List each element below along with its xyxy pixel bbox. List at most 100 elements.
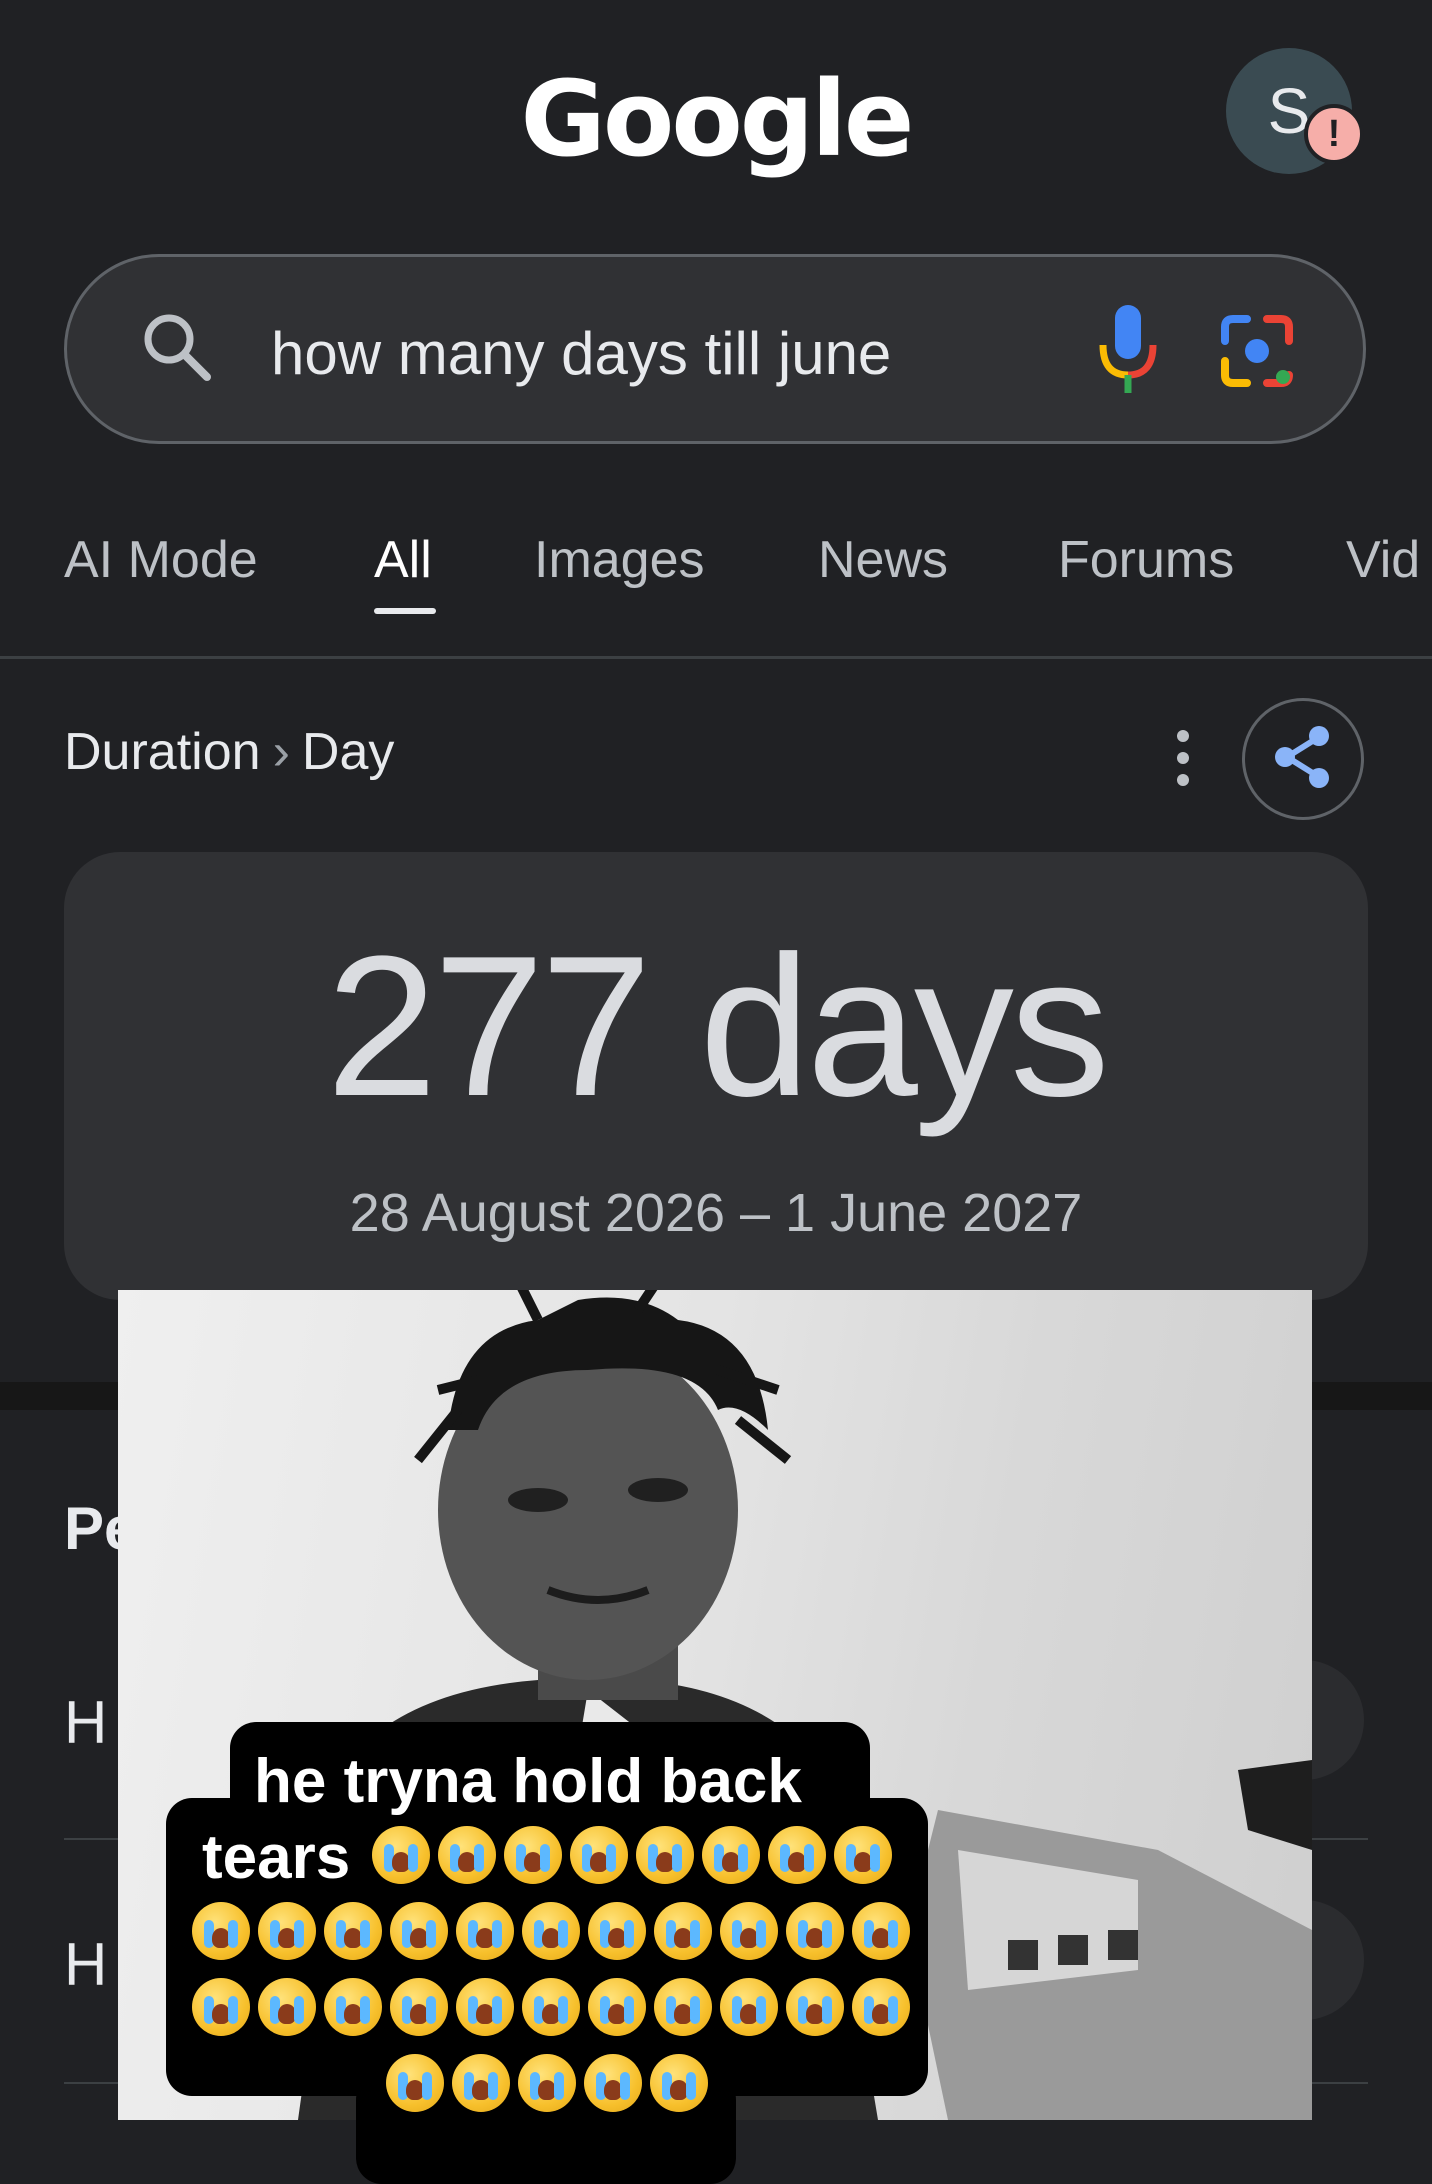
emoji-mouth	[608, 2004, 626, 2024]
crying-face-emoji-icon	[834, 1826, 892, 1884]
emoji-mouth	[740, 2004, 758, 2024]
emoji-mouth	[278, 1928, 296, 1948]
emoji-mouth	[392, 1852, 410, 1872]
emoji-mouth	[740, 1928, 758, 1948]
crying-face-emoji-icon	[324, 1978, 382, 2036]
emoji-mouth	[872, 1928, 890, 1948]
date-range: 28 August 2026 – 1 June 2027	[349, 1183, 1083, 1243]
crying-face-emoji-icon	[786, 1902, 844, 1960]
crying-face-emoji-icon	[192, 1978, 250, 2036]
emoji-row	[372, 1826, 892, 1884]
emoji-mouth	[722, 1852, 740, 1872]
emoji-mouth	[406, 2080, 424, 2100]
emoji-mouth	[542, 2004, 560, 2024]
crying-face-emoji-icon	[504, 1826, 562, 1884]
question-row-2[interactable]: H	[64, 1930, 107, 1999]
crying-face-emoji-icon	[720, 1978, 778, 2036]
breadcrumb-separator: ›	[272, 723, 290, 781]
emoji-mouth	[212, 2004, 230, 2024]
crying-face-emoji-icon	[456, 1978, 514, 2036]
tab-ai-mode[interactable]: AI Mode	[64, 530, 258, 590]
emoji-mouth	[608, 1928, 626, 1948]
emoji-mouth	[604, 2080, 622, 2100]
account-avatar[interactable]: S !	[1226, 48, 1364, 174]
emoji-mouth	[538, 2080, 556, 2100]
more-options-icon[interactable]	[1166, 728, 1200, 793]
breadcrumb-duration[interactable]: Duration	[64, 723, 261, 781]
crying-face-emoji-icon	[636, 1826, 694, 1884]
emoji-mouth	[476, 2004, 494, 2024]
answer-card: 277 days 28 August 2026 – 1 June 2027	[64, 852, 1368, 1300]
emoji-row	[192, 1902, 910, 1960]
tab-forums[interactable]: Forums	[1058, 530, 1234, 590]
crying-face-emoji-icon	[372, 1826, 430, 1884]
crying-face-emoji-icon	[654, 1978, 712, 2036]
tab-news[interactable]: News	[818, 530, 948, 590]
search-box[interactable]: how many days till june	[64, 254, 1366, 444]
emoji-mouth	[476, 1928, 494, 1948]
crying-face-emoji-icon	[522, 1902, 580, 1960]
crying-face-emoji-icon	[456, 1902, 514, 1960]
emoji-mouth	[806, 1928, 824, 1948]
crying-face-emoji-icon	[702, 1826, 760, 1884]
crying-face-emoji-icon	[518, 2054, 576, 2112]
crying-face-emoji-icon	[588, 1978, 646, 2036]
emoji-mouth	[872, 2004, 890, 2024]
emoji-mouth	[788, 1852, 806, 1872]
breadcrumb: Duration › Day	[64, 722, 394, 782]
crying-face-emoji-icon	[584, 2054, 642, 2112]
emoji-row	[192, 1978, 910, 2036]
crying-face-emoji-icon	[588, 1902, 646, 1960]
crying-face-emoji-icon	[522, 1978, 580, 2036]
google-logo[interactable]: Google	[0, 58, 1432, 180]
crying-face-emoji-icon	[852, 1902, 910, 1960]
breadcrumb-day[interactable]: Day	[302, 723, 394, 781]
emoji-mouth	[472, 2080, 490, 2100]
days-count: 277 days	[326, 915, 1110, 1138]
crying-face-emoji-icon	[390, 1978, 448, 2036]
tab-images[interactable]: Images	[534, 530, 705, 590]
emoji-mouth	[806, 2004, 824, 2024]
emoji-mouth	[410, 1928, 428, 1948]
crying-face-emoji-icon	[258, 1902, 316, 1960]
crying-face-emoji-icon	[654, 1902, 712, 1960]
crying-face-emoji-icon	[768, 1826, 826, 1884]
emoji-mouth	[674, 1928, 692, 1948]
emoji-mouth	[410, 2004, 428, 2024]
emoji-mouth	[670, 2080, 688, 2100]
emoji-row	[386, 2054, 708, 2112]
crying-face-emoji-icon	[324, 1902, 382, 1960]
share-icon	[1271, 723, 1335, 796]
lens-icon[interactable]	[1217, 311, 1297, 396]
crying-face-emoji-icon	[650, 2054, 708, 2112]
search-input[interactable]: how many days till june	[271, 319, 891, 388]
crying-face-emoji-icon	[852, 1978, 910, 2036]
tabs-divider	[0, 656, 1432, 659]
emoji-mouth	[656, 1852, 674, 1872]
crying-face-emoji-icon	[258, 1978, 316, 2036]
crying-face-emoji-icon	[452, 2054, 510, 2112]
search-icon	[139, 309, 215, 390]
tab-all[interactable]: All	[374, 530, 432, 590]
emoji-mouth	[344, 1928, 362, 1948]
mic-icon[interactable]	[1093, 301, 1163, 406]
emoji-mouth	[212, 1928, 230, 1948]
crying-face-emoji-icon	[386, 2054, 444, 2112]
caption-tears-word: tears	[202, 1823, 351, 1892]
question-row-1[interactable]: H	[64, 1688, 107, 1757]
share-button[interactable]	[1242, 698, 1364, 820]
crying-face-emoji-icon	[570, 1826, 628, 1884]
emoji-mouth	[524, 1852, 542, 1872]
emoji-mouth	[278, 2004, 296, 2024]
emoji-mouth	[344, 2004, 362, 2024]
crying-face-emoji-icon	[390, 1902, 448, 1960]
caption-line-2: tears	[202, 1822, 350, 1893]
crying-face-emoji-icon	[720, 1902, 778, 1960]
caption-line-1: he tryna hold back	[254, 1747, 802, 1816]
emoji-mouth	[458, 1852, 476, 1872]
emoji-mouth	[590, 1852, 608, 1872]
tab-videos[interactable]: Vid	[1346, 530, 1420, 590]
crying-face-emoji-icon	[438, 1826, 496, 1884]
active-tab-indicator	[374, 608, 436, 614]
emoji-mouth	[542, 1928, 560, 1948]
